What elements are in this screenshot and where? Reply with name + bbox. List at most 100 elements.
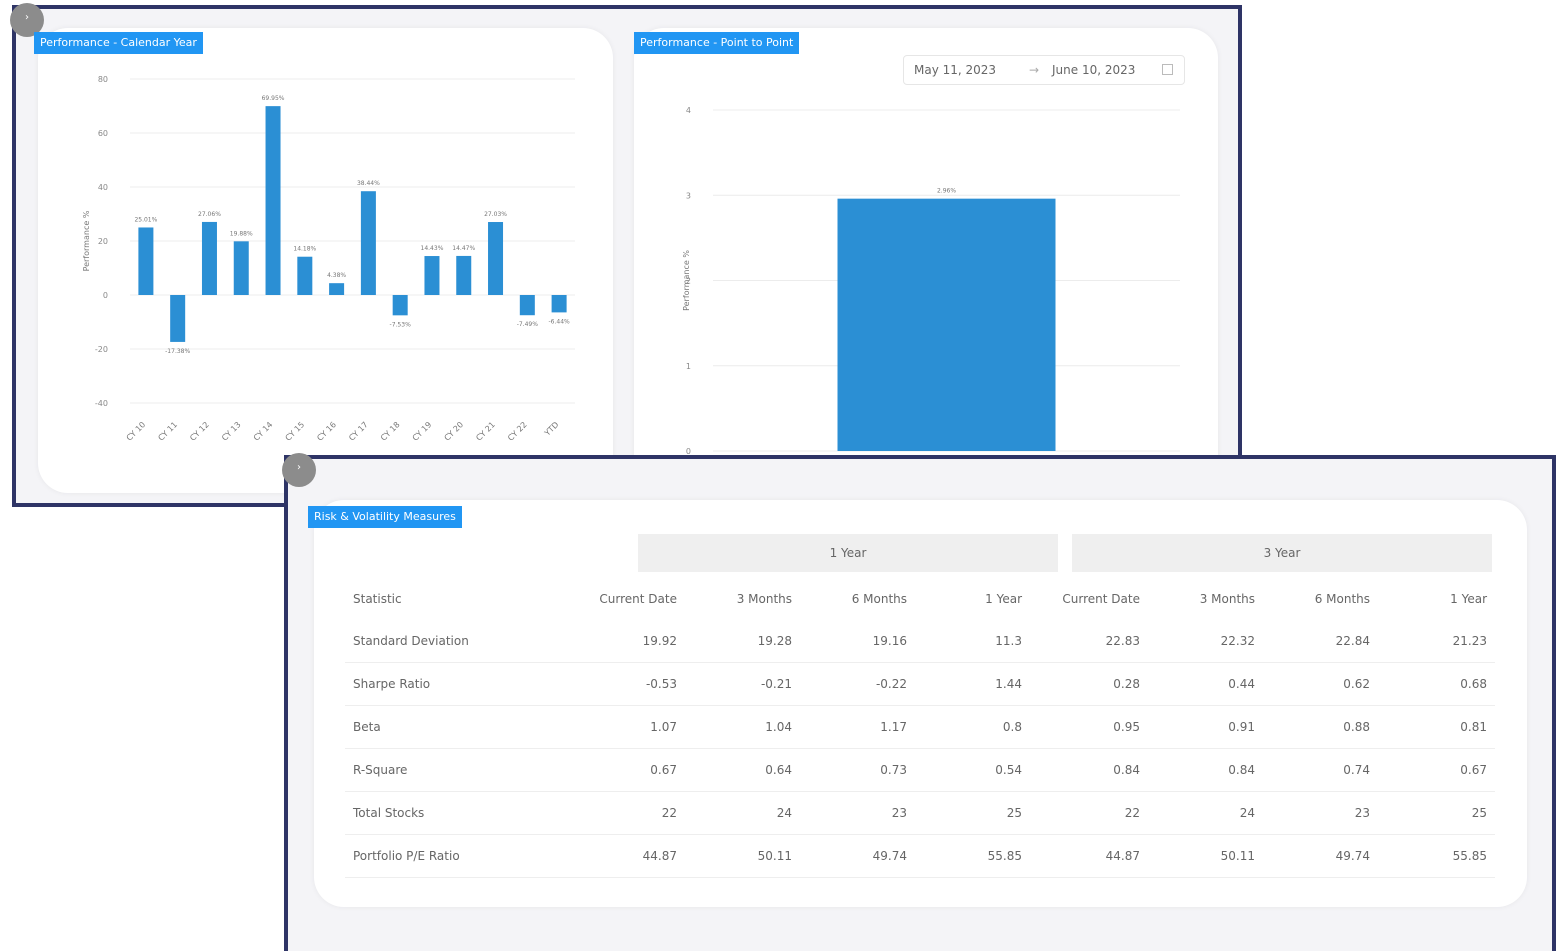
table-cell: Standard Deviation	[345, 620, 535, 663]
data-label: -6.44%	[548, 318, 570, 325]
table-row: Total Stocks 22 24 23 25 22 24 23 25	[345, 791, 1495, 835]
table-cell: 1.07	[535, 705, 685, 749]
table-cell: 23	[1263, 791, 1378, 835]
table-cell: 0.67	[1378, 748, 1495, 792]
expand-icon[interactable]: ›	[282, 453, 316, 487]
y-tick-label: 80	[98, 75, 108, 84]
table-cell: 11.3	[915, 620, 1030, 663]
group-header-3-year: 3 Year	[1072, 534, 1492, 572]
table-cell: 22	[535, 791, 685, 835]
table-cell: 0.28	[1030, 662, 1148, 706]
data-label: 38.44%	[357, 180, 380, 187]
table-cell: -0.21	[685, 662, 800, 706]
y-tick-label: 20	[98, 237, 108, 246]
y-tick-label: 40	[98, 183, 108, 192]
table-cell: Portfolio P/E Ratio	[345, 834, 535, 878]
date-from[interactable]: May 11, 2023	[914, 63, 996, 77]
table-cell: Total Stocks	[345, 791, 535, 835]
column-header: 1 Year	[1450, 592, 1487, 606]
x-tick-label: CY 16	[315, 420, 338, 443]
x-tick-label: CY 11	[156, 420, 179, 443]
bar	[424, 256, 440, 295]
table-cell: 22.83	[1030, 620, 1148, 663]
table-cell: 22.32	[1148, 620, 1263, 663]
bar	[360, 191, 376, 295]
table-row: Portfolio P/E Ratio 44.87 50.11 49.74 55…	[345, 834, 1495, 878]
x-tick-label: CY 22	[506, 420, 529, 443]
risk-volatility-table: Statistic Current Date 3 Months 6 Months…	[345, 578, 1495, 878]
x-tick-label: CY 19	[411, 420, 434, 443]
data-label: -7.49%	[517, 321, 539, 328]
table-cell: 0.64	[685, 748, 800, 792]
table-cell: 0.54	[915, 748, 1030, 792]
table-cell: 19.16	[800, 620, 915, 663]
table-cell: Sharpe Ratio	[345, 662, 535, 706]
table-cell: 49.74	[1263, 834, 1378, 878]
data-label: 27.03%	[484, 211, 507, 218]
calendar-year-bar-chart: 80 60 40 20 0 -20 -40 Performance % 25.01% CY 10 -…	[82, 75, 575, 443]
table-cell: 1.44	[915, 662, 1030, 706]
data-label: -7.53%	[390, 321, 412, 328]
table-cell: 21.23	[1378, 620, 1495, 663]
table-cell: 25	[1378, 791, 1495, 835]
x-tick-label: CY 21	[474, 420, 497, 443]
data-label: 27.06%	[198, 211, 221, 218]
x-tick-label: CY 12	[188, 420, 211, 443]
date-to[interactable]: June 10, 2023	[1052, 63, 1135, 77]
column-header: Current Date	[599, 592, 677, 606]
date-range-picker[interactable]: May 11, 2023 → June 10, 2023	[903, 55, 1185, 85]
data-label: 25.01%	[134, 216, 157, 223]
bar	[265, 106, 281, 295]
bar	[551, 295, 567, 313]
x-tick-label: CY 20	[442, 420, 465, 443]
y-tick-label: 4	[686, 106, 691, 115]
table-cell: 19.92	[535, 620, 685, 663]
table-cell: 0.68	[1378, 662, 1495, 706]
table-cell: Beta	[345, 705, 535, 749]
table-cell: 44.87	[1030, 834, 1148, 878]
data-label: -17.38%	[165, 348, 190, 355]
column-header: 3 Months	[736, 592, 792, 606]
table-cell: 0.91	[1148, 705, 1263, 749]
table-cell: 0.44	[1148, 662, 1263, 706]
calendar-year-tag: Performance - Calendar Year	[34, 32, 203, 54]
y-tick-label: -40	[95, 399, 108, 408]
bar	[488, 222, 504, 295]
data-label: 69.95%	[262, 95, 285, 102]
table-cell: -0.53	[535, 662, 685, 706]
table-cell: 22	[1030, 791, 1148, 835]
y-axis-label: Performance %	[682, 250, 691, 311]
table-cell: 22.84	[1263, 620, 1378, 663]
x-tick-label: CY 18	[379, 420, 402, 443]
table-cell: 50.11	[1148, 834, 1263, 878]
table-cell: 1.04	[685, 705, 800, 749]
table-cell: 0.84	[1030, 748, 1148, 792]
date-separator-icon: →	[1029, 63, 1040, 77]
data-label: 14.43%	[421, 245, 444, 252]
table-cell: 0.88	[1263, 705, 1378, 749]
bar	[519, 295, 535, 316]
data-label: 4.38%	[327, 272, 346, 279]
bar	[329, 283, 345, 295]
table-cell: 25	[915, 791, 1030, 835]
table-cell: 23	[800, 791, 915, 835]
table-cell: 24	[685, 791, 800, 835]
bar	[297, 256, 313, 295]
bar	[233, 241, 249, 295]
table-cell: 0.8	[915, 705, 1030, 749]
data-label: 2.96%	[937, 188, 956, 195]
table-cell: R-Square	[345, 748, 535, 792]
x-tick-label: YTD	[542, 420, 560, 438]
column-header: 3 Months	[1199, 592, 1255, 606]
table-cell: 44.87	[535, 834, 685, 878]
x-tick-label: CY 14	[252, 420, 275, 443]
calendar-icon[interactable]	[1162, 64, 1173, 75]
table-cell: 0.67	[535, 748, 685, 792]
table-cell: 1.17	[800, 705, 915, 749]
bar	[392, 295, 408, 316]
table-cell: 0.73	[800, 748, 915, 792]
table-cell: 0.81	[1378, 705, 1495, 749]
y-tick-label: 0	[103, 291, 108, 300]
table-cell: 50.11	[685, 834, 800, 878]
table-row: Sharpe Ratio -0.53 -0.21 -0.22 1.44 0.28…	[345, 662, 1495, 706]
